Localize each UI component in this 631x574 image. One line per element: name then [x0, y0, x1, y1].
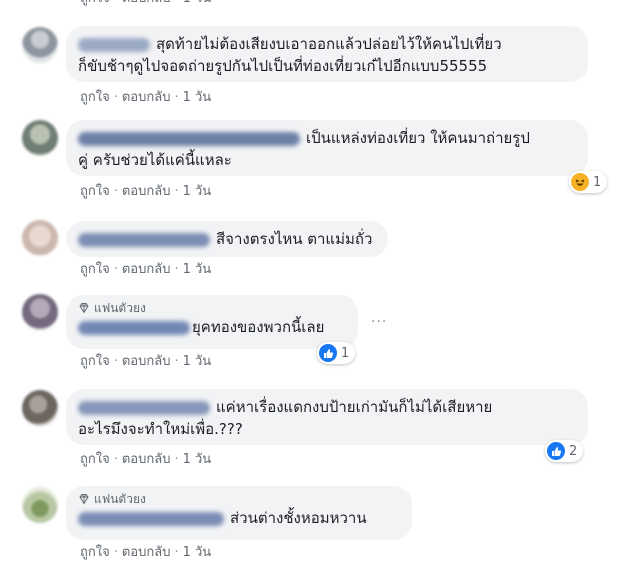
avatar[interactable] — [22, 294, 58, 330]
comment-bubble: เป็นแหล่งท่องเที่ยว ให้คนมาถ่ายรูป คู่ ค… — [66, 120, 588, 176]
like-icon — [319, 344, 337, 362]
comment-text: ยุคทองของพวกนี้เลย — [192, 318, 325, 336]
more-options-icon[interactable]: ··· — [371, 314, 387, 330]
reply-link[interactable]: ตอบกลับ — [122, 261, 171, 279]
timestamp[interactable]: 1 วัน — [183, 544, 212, 562]
reaction-count[interactable]: 1 — [569, 171, 608, 193]
reply-link[interactable]: ตอบกลับ — [122, 89, 171, 107]
avatar[interactable] — [22, 487, 58, 523]
author-name[interactable] — [78, 320, 190, 335]
separator: · — [174, 354, 179, 369]
avatar[interactable] — [22, 27, 58, 63]
timestamp[interactable]: 1 วัน — [183, 183, 212, 201]
author-name[interactable] — [78, 37, 150, 52]
separator: · — [113, 262, 118, 277]
comment-text: ส่วนต่างชั้งหอมหวาน — [230, 509, 367, 527]
avatar[interactable] — [22, 220, 58, 256]
timestamp[interactable]: 1 วัน — [183, 261, 212, 279]
reply-link[interactable]: ตอบกลับ — [122, 451, 171, 469]
like-link[interactable]: ถูกใจ — [80, 261, 110, 279]
reaction-count[interactable]: 2 — [545, 440, 584, 462]
comment-actions: ถูกใจ · ตอบกลับ · 1 วัน — [80, 89, 211, 107]
avatar[interactable] — [22, 390, 58, 426]
separator: · — [174, 90, 179, 105]
like-link[interactable]: ถูกใจ — [80, 353, 110, 371]
reply-link[interactable]: ตอบกลับ — [122, 183, 171, 201]
comment-actions: ถูกใจ · ตอบกลับ · 1 วัน — [80, 261, 211, 279]
comment-bubble: แฟนตัวยง ส่วนต่างชั้งหอมหวาน — [66, 486, 412, 540]
separator: · — [174, 545, 179, 560]
author-name[interactable] — [78, 511, 224, 526]
separator: · — [174, 262, 179, 277]
separator: · — [113, 90, 118, 105]
separator: · — [113, 354, 118, 369]
separator: · — [113, 184, 118, 199]
reply-link[interactable]: ตอบกลับ — [122, 544, 171, 562]
comment-bubble: สุดท้ายไม่ต้องเสียงบเอาออกแล้วปล่อยไว้ให… — [66, 26, 588, 82]
comment-actions: ถูกใจ · ตอบกลับ · 1 วัน — [80, 544, 211, 562]
haha-icon — [571, 173, 589, 191]
separator: · — [113, 452, 118, 467]
author-name[interactable] — [78, 400, 210, 415]
timestamp[interactable]: 1 วัน — [183, 451, 212, 469]
comment-text: สีจางตรงไหน ตาแม่มถั่ว — [216, 230, 373, 248]
reply-link[interactable]: ตอบกลับ — [122, 0, 171, 8]
avatar[interactable] — [22, 120, 58, 156]
timestamp[interactable]: 1 วัน — [183, 89, 212, 107]
separator: · — [113, 545, 118, 560]
author-name[interactable] — [78, 232, 210, 247]
author-name[interactable] — [78, 131, 300, 146]
like-link[interactable]: ถูกใจ — [80, 89, 110, 107]
like-icon — [547, 442, 565, 460]
like-link[interactable]: ถูกใจ — [80, 183, 110, 201]
top-partial-actions: ถูกใจ · ตอบกลับ · 1 วัน — [80, 0, 211, 8]
like-link[interactable]: ถูกใจ — [80, 0, 110, 8]
timestamp[interactable]: 1 วัน — [183, 353, 212, 371]
comment-bubble: แฟนตัวยง ยุคทองของพวกนี้เลย — [66, 295, 358, 349]
diamond-icon — [79, 303, 89, 314]
separator: · — [114, 0, 118, 8]
comment-bubble: สีจางตรงไหน ตาแม่มถั่ว — [66, 221, 388, 257]
diamond-icon — [79, 494, 89, 505]
comment-actions: ถูกใจ · ตอบกลับ · 1 วัน — [80, 451, 211, 469]
timestamp[interactable]: 1 วัน — [183, 0, 212, 8]
top-fan-badge: แฟนตัวยง — [78, 300, 346, 316]
comment-actions: ถูกใจ · ตอบกลับ · 1 วัน — [80, 353, 211, 371]
reaction-number: 1 — [593, 174, 602, 190]
reply-link[interactable]: ตอบกลับ — [122, 353, 171, 371]
like-link[interactable]: ถูกใจ — [80, 544, 110, 562]
separator: · — [174, 452, 179, 467]
separator: · — [174, 0, 178, 8]
reaction-count[interactable]: 1 — [317, 342, 356, 364]
reaction-number: 1 — [341, 345, 350, 361]
separator: · — [174, 184, 179, 199]
badge-label: แฟนตัวยง — [94, 301, 146, 315]
comment-bubble: แค่หาเรื่องแดกงบป้ายเก่ามันก็ไม่ได้เสียห… — [66, 389, 588, 445]
like-link[interactable]: ถูกใจ — [80, 451, 110, 469]
comment-actions: ถูกใจ · ตอบกลับ · 1 วัน — [80, 183, 211, 201]
reaction-number: 2 — [569, 443, 578, 459]
top-fan-badge: แฟนตัวยง — [78, 491, 400, 507]
badge-label: แฟนตัวยง — [94, 492, 146, 506]
